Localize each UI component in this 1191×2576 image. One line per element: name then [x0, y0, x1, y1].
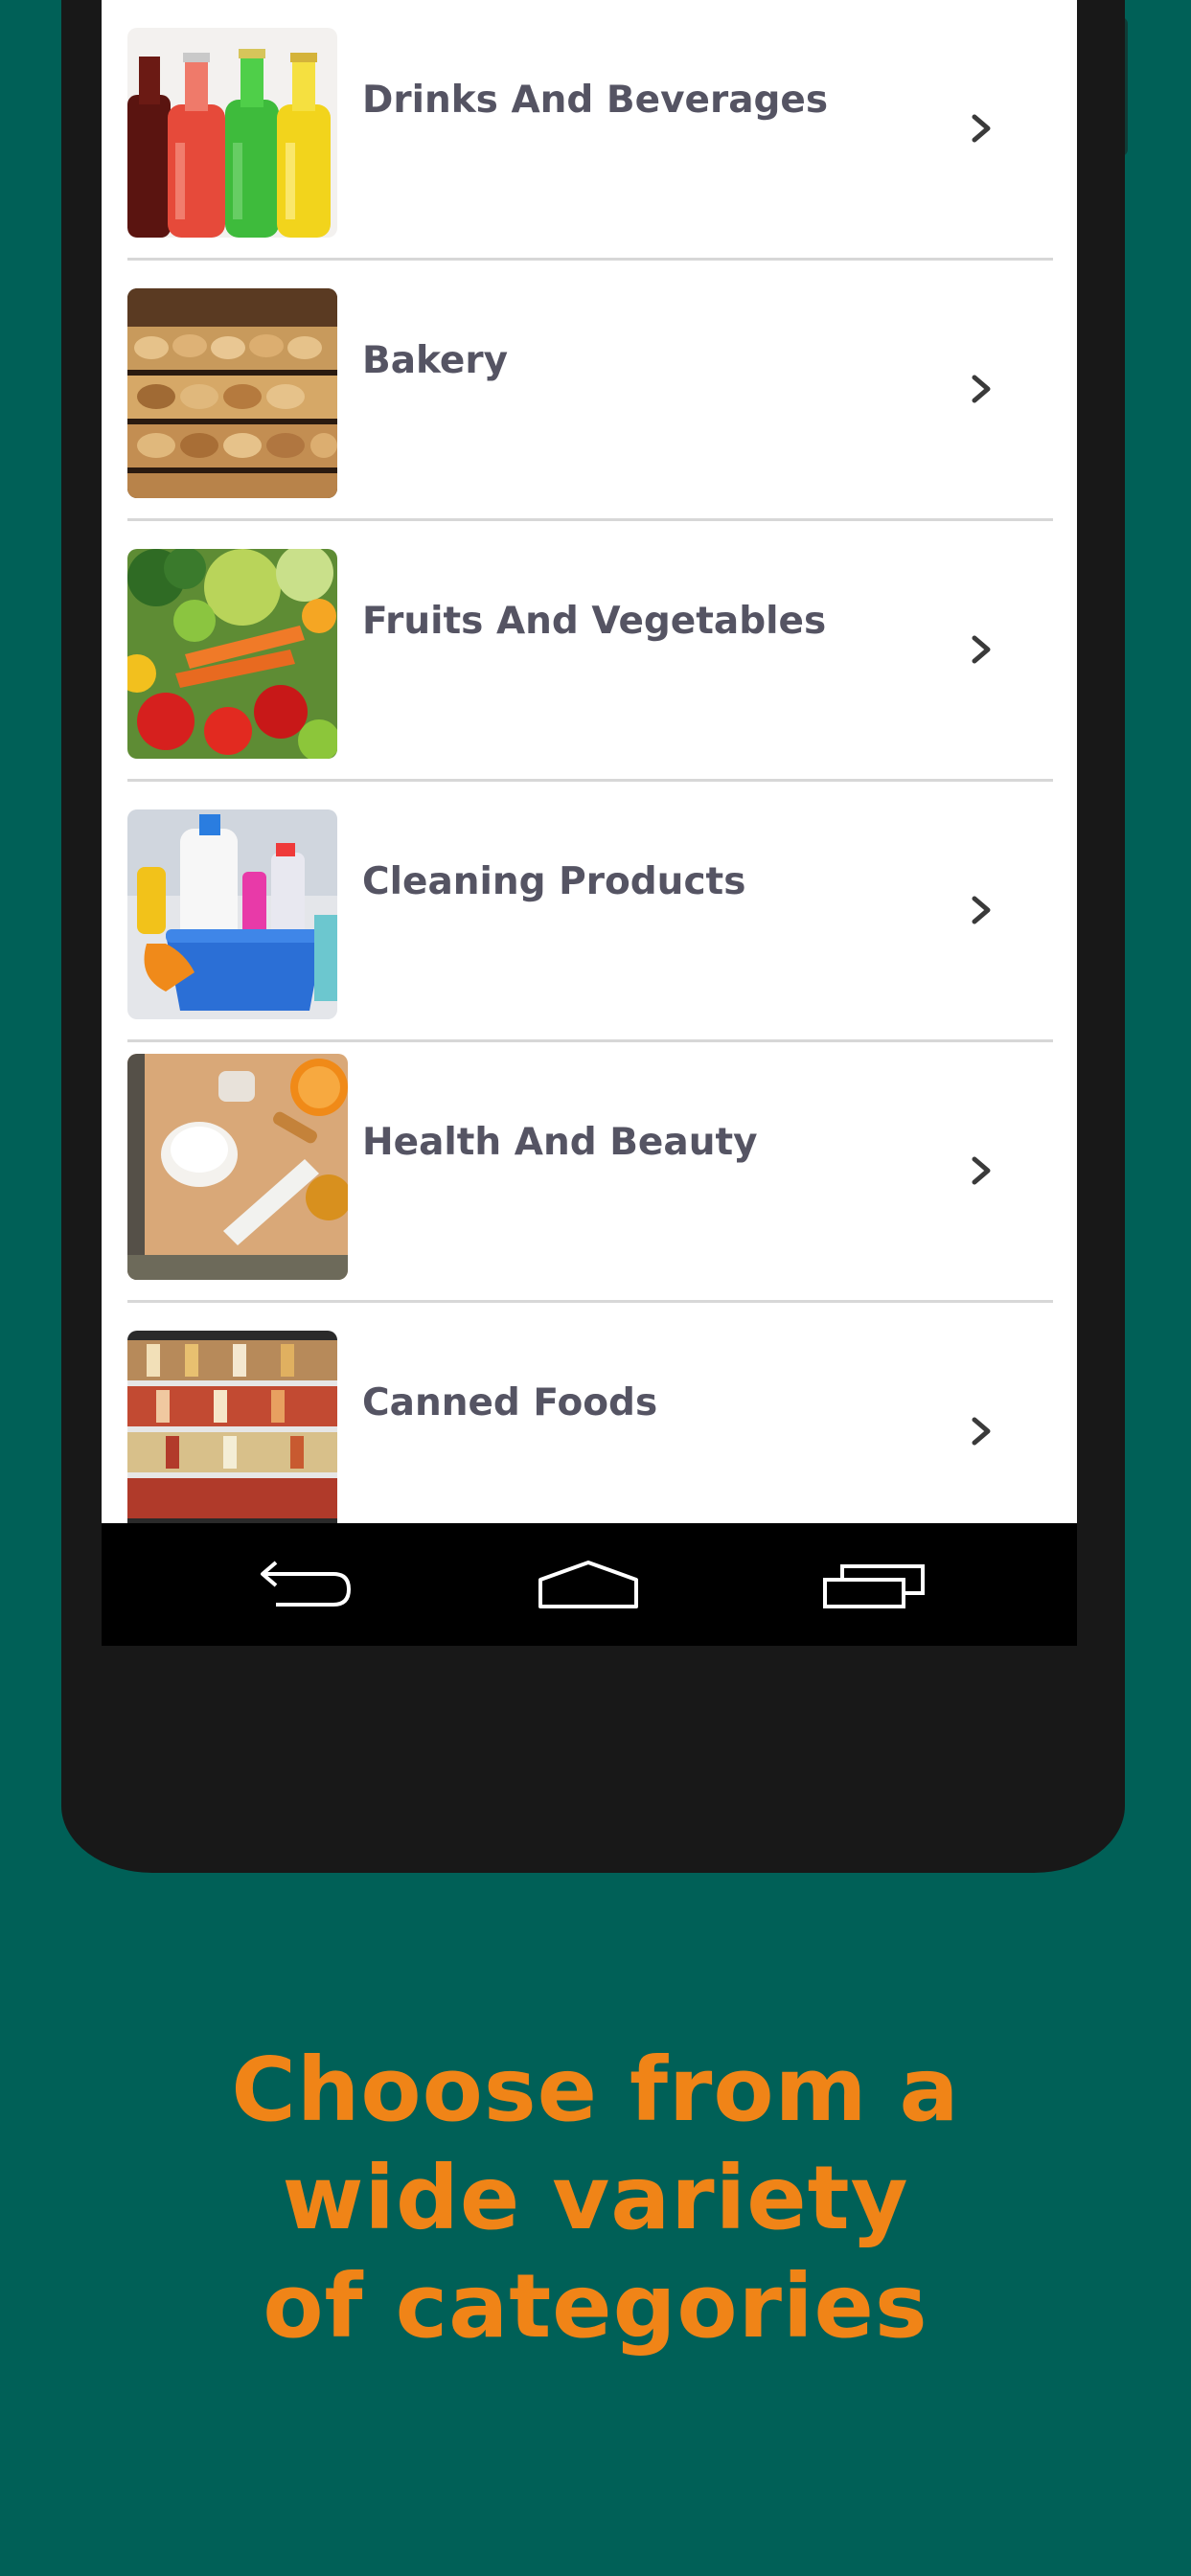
list-item-bakery[interactable]: Bakery — [127, 261, 1053, 521]
list-item-canned-foods[interactable]: Canned Foods — [127, 1303, 1053, 1523]
cleaning-image — [127, 809, 337, 1019]
bakery-image — [127, 288, 337, 498]
canned-foods-image — [127, 1331, 337, 1523]
promo-headline: Choose from a wide variety of categories — [0, 2036, 1191, 2360]
category-label: Fruits And Vegetables — [362, 600, 827, 643]
chevron-right-icon — [972, 896, 991, 924]
category-label: Cleaning Products — [362, 860, 746, 903]
beauty-image — [127, 1054, 348, 1280]
back-icon — [261, 1561, 352, 1607]
category-label: Canned Foods — [362, 1381, 658, 1425]
chevron-right-icon — [972, 1156, 991, 1185]
chevron-right-icon — [972, 1417, 991, 1446]
list-item-drinks[interactable]: Drinks And Beverages — [127, 0, 1053, 261]
home-button[interactable] — [526, 1542, 651, 1627]
category-label: Drinks And Beverages — [362, 79, 829, 122]
chevron-right-icon — [972, 375, 991, 403]
category-label: Health And Beauty — [362, 1121, 758, 1164]
recents-button[interactable] — [811, 1542, 935, 1627]
drinks-image — [127, 28, 337, 238]
headline-line-3: of categories — [263, 2255, 928, 2358]
produce-image — [127, 549, 337, 759]
list-item-cleaning[interactable]: Cleaning Products — [127, 782, 1053, 1042]
chevron-right-icon — [972, 635, 991, 664]
headline-line-2: wide variety — [282, 2147, 909, 2249]
home-icon — [538, 1561, 638, 1608]
category-label: Bakery — [362, 339, 509, 382]
system-navigation-bar — [102, 1523, 1077, 1646]
chevron-right-icon — [972, 114, 991, 143]
recents-icon — [823, 1564, 925, 1608]
category-list[interactable]: Drinks And Beverages Bakery Fruits And V… — [102, 0, 1077, 1523]
headline-line-1: Choose from a — [231, 2039, 960, 2141]
list-item-health-beauty[interactable]: Health And Beauty — [127, 1042, 1053, 1303]
back-button[interactable] — [245, 1542, 370, 1627]
list-item-fruits-vegetables[interactable]: Fruits And Vegetables — [127, 521, 1053, 782]
